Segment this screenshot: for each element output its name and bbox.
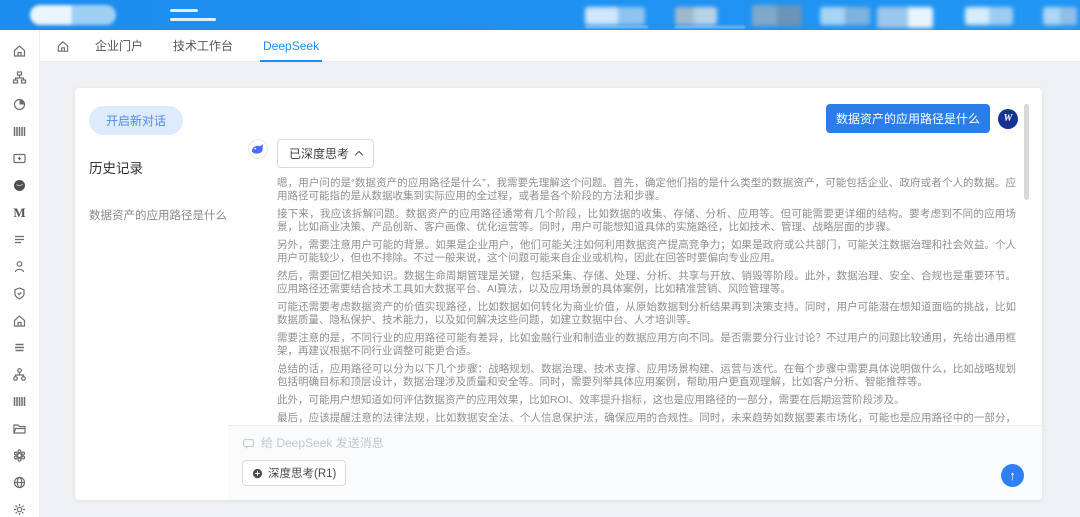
reasoning-text-block: 嗯，用户问的是“数据资产的应用路径是什么”，我需要先理解这个问题。首先，确定他们… <box>277 177 1016 425</box>
reasoning-paragraph: 然后，需要回忆相关知识。数据生命周期管理是关键，包括采集、存储、处理、分析、共享… <box>277 270 1016 296</box>
assistant-message-row: 已深度思考 <box>248 139 1018 168</box>
home-icon-2[interactable] <box>12 313 28 328</box>
tab-tech-workbench[interactable]: 技术工作台 <box>158 30 248 62</box>
message-icon <box>242 437 255 450</box>
org-chart-icon[interactable] <box>12 70 28 85</box>
layers-icon[interactable] <box>12 340 28 355</box>
composer: 深度思考(R1) ↑ <box>228 425 1042 500</box>
card-add-icon[interactable] <box>12 151 28 166</box>
reasoning-paragraph: 最后，应该提醒注意的法律法规，比如数据安全法、个人信息保护法，确保应用的合规性。… <box>277 412 1016 425</box>
redacted-nav-item-4[interactable] <box>820 7 870 25</box>
redacted-nav-item-3[interactable] <box>752 5 802 26</box>
user-message-row: 数据资产的应用路径是什么 W <box>248 104 1018 133</box>
flower-icon[interactable] <box>12 448 28 463</box>
barcode-icon-2[interactable] <box>12 394 28 409</box>
deepseek-whale-icon <box>248 139 268 159</box>
reasoning-paragraph: 接下来，我应该拆解问题。数据资产的应用路径通常有几个阶段，比如数据的收集、存储、… <box>277 208 1016 234</box>
icon-sidebar: M <box>0 30 40 517</box>
reasoning-paragraph: 另外，需要注意用户可能的背景。如果是企业用户，他们可能关注如何利用数据资产提高竞… <box>277 239 1016 265</box>
user-icon[interactable] <box>12 259 28 274</box>
chat-column: 数据资产的应用路径是什么 W 已深度思考 嗯，用户问的是“数据资产的应用路径是什… <box>228 88 1042 500</box>
reasoning-paragraph: 此外，可能用户想知道如何评估数据资产的应用效果，比如ROI、效率提升指标，这也是… <box>277 394 1016 407</box>
home-icon[interactable] <box>12 43 28 58</box>
shield-icon[interactable] <box>12 286 28 301</box>
user-avatar: W <box>998 109 1018 129</box>
chevron-up-icon <box>355 151 363 159</box>
deep-think-toggle-button[interactable]: 深度思考(R1) <box>242 460 346 486</box>
deep-thought-toggle[interactable]: 已深度思考 <box>277 139 374 168</box>
history-panel: 开启新对话 历史记录 数据资产的应用路径是什么 <box>75 88 228 500</box>
globe-icon[interactable] <box>12 475 28 490</box>
pie-chart-icon[interactable] <box>12 97 28 112</box>
main-area: 开启新对话 历史记录 数据资产的应用路径是什么 数据资产的应用路径是什么 W 已… <box>40 62 1080 517</box>
message-input[interactable] <box>261 436 861 450</box>
chat-scrollbar[interactable] <box>1024 104 1029 200</box>
history-title: 历史记录 <box>89 157 214 177</box>
user-message-bubble: 数据资产的应用路径是什么 <box>826 104 990 133</box>
redacted-nav-item-2[interactable] <box>675 7 717 25</box>
dark-globe-icon[interactable] <box>12 178 28 193</box>
history-list-item[interactable]: 数据资产的应用路径是什么 <box>89 207 214 223</box>
gear-icon[interactable] <box>12 502 28 517</box>
redacted-nav-item-1[interactable] <box>585 7 645 25</box>
tab-deepseek[interactable]: DeepSeek <box>248 30 334 62</box>
deepseek-chat-card: 开启新对话 历史记录 数据资产的应用路径是什么 数据资产的应用路径是什么 W 已… <box>75 88 1042 500</box>
deep-think-icon <box>252 468 263 479</box>
deep-thought-label: 已深度思考 <box>289 145 349 162</box>
menu-lines-icon[interactable] <box>12 232 28 247</box>
reasoning-paragraph: 总结的话，应用路径可以分为以下几个步骤：战略规划、数据治理、技术支撑、应用场景构… <box>277 363 1016 389</box>
redacted-nav-item-5[interactable] <box>877 7 933 28</box>
reasoning-paragraph: 嗯，用户问的是“数据资产的应用路径是什么”，我需要先理解这个问题。首先，确定他们… <box>277 177 1016 203</box>
folder-icon[interactable] <box>12 421 28 436</box>
barcode-icon[interactable] <box>12 124 28 139</box>
letter-m-icon[interactable]: M <box>12 205 28 221</box>
message-scroll-area: 数据资产的应用路径是什么 W 已深度思考 嗯，用户问的是“数据资产的应用路径是什… <box>228 88 1042 425</box>
new-chat-button[interactable]: 开启新对话 <box>89 106 183 135</box>
deep-think-label: 深度思考(R1) <box>268 465 336 481</box>
send-button[interactable]: ↑ <box>1001 464 1024 487</box>
tab-enterprise-portal[interactable]: 企业门户 <box>80 30 158 62</box>
redacted-nav-item-6[interactable] <box>965 7 1013 25</box>
reasoning-paragraph: 可能还需要考虑数据资产的价值实现路径，比如数据如何转化为商业价值，从原始数据到分… <box>277 301 1016 327</box>
tree-icon[interactable] <box>12 367 28 382</box>
tab-home-icon[interactable] <box>56 39 70 53</box>
tab-bar: 企业门户 技术工作台 DeepSeek <box>40 30 1080 62</box>
app-logo-blurred <box>30 5 116 25</box>
reasoning-paragraph: 需要注意的是，不同行业的应用路径可能有差异，比如金融行业和制造业的数据应用方向不… <box>277 332 1016 358</box>
redacted-nav-item-7[interactable] <box>1043 7 1077 25</box>
menu-collapse-icon[interactable] <box>170 9 216 21</box>
top-bar <box>0 0 1080 30</box>
